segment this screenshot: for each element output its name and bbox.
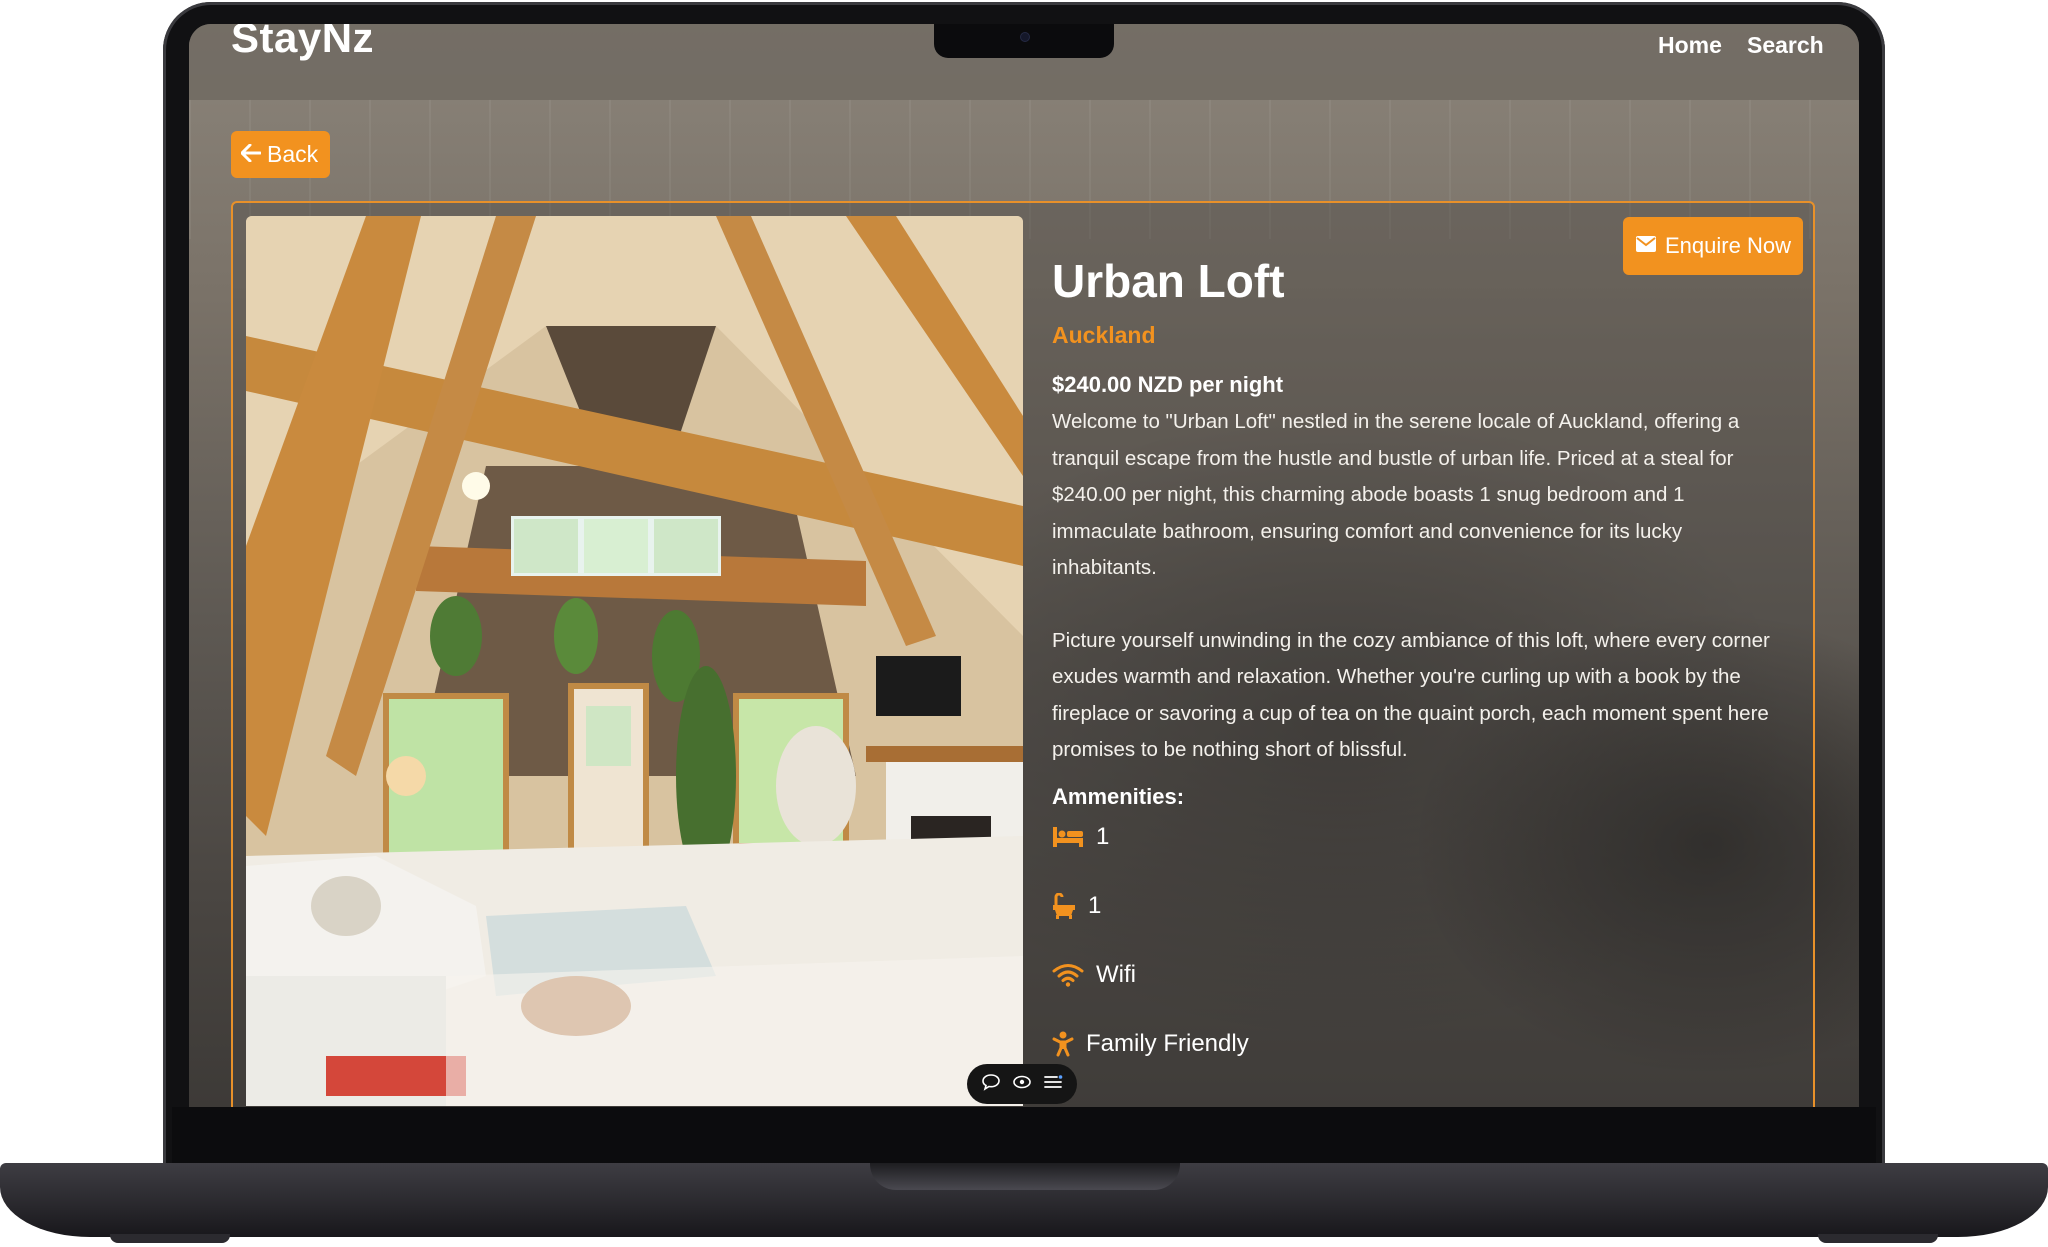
child-icon <box>1052 1031 1074 1057</box>
laptop-hinge-notch <box>870 1163 1180 1190</box>
eye-icon[interactable] <box>1012 1074 1032 1095</box>
amenity-wifi: Wifi <box>1052 961 1136 989</box>
listing-location: Auckland <box>1052 322 1156 348</box>
listing-description: Welcome to "Urban Loft" nestled in the s… <box>1052 404 1787 805</box>
enquire-now-button[interactable]: Enquire Now <box>1623 217 1803 275</box>
description-paragraph: Picture yourself unwinding in the cozy a… <box>1052 628 1770 762</box>
amenity-bathrooms: 1 <box>1052 892 1101 920</box>
amenity-label: 1 <box>1088 892 1102 919</box>
listing-price: $240.00 NZD per night <box>1052 372 1284 397</box>
amenity-label: Wifi <box>1096 961 1136 988</box>
description-paragraph: Welcome to "Urban Loft" nestled in the s… <box>1052 410 1740 579</box>
laptop-foot-left <box>110 1234 230 1243</box>
amenity-family-friendly: Family Friendly <box>1052 1030 1249 1058</box>
list-icon[interactable] <box>1043 1074 1063 1095</box>
envelope-icon <box>1635 233 1657 259</box>
amenity-bedrooms: 1 <box>1052 823 1109 851</box>
bath-icon <box>1052 893 1076 919</box>
listing-photo <box>246 216 1023 1106</box>
enquire-now-label: Enquire Now <box>1665 233 1791 258</box>
screen: StayNz Home Search Back Enquire Now Urba… <box>189 24 1859 1107</box>
wifi-icon <box>1052 963 1084 987</box>
nav-search-link[interactable]: Search <box>1747 32 1824 59</box>
camera-icon <box>1020 32 1030 42</box>
comment-icon[interactable] <box>981 1073 1001 1096</box>
floating-toolbar <box>967 1064 1077 1104</box>
back-button-label: Back <box>267 141 319 167</box>
camera-notch <box>934 24 1114 58</box>
laptop-foot-right <box>1818 1234 1938 1243</box>
amenity-label: Family Friendly <box>1086 1030 1249 1057</box>
amenities-heading: Ammenities: <box>1052 784 1185 809</box>
back-button[interactable]: Back <box>231 131 331 178</box>
amenity-label: 1 <box>1096 823 1110 850</box>
nav-home-link[interactable]: Home <box>1658 32 1722 59</box>
listing-title: Urban Loft <box>1052 255 1285 307</box>
brand-logo[interactable]: StayNz <box>231 24 374 62</box>
arrow-left-icon <box>240 141 262 168</box>
bed-icon <box>1052 825 1084 849</box>
laptop-bezel <box>172 1107 1876 1163</box>
